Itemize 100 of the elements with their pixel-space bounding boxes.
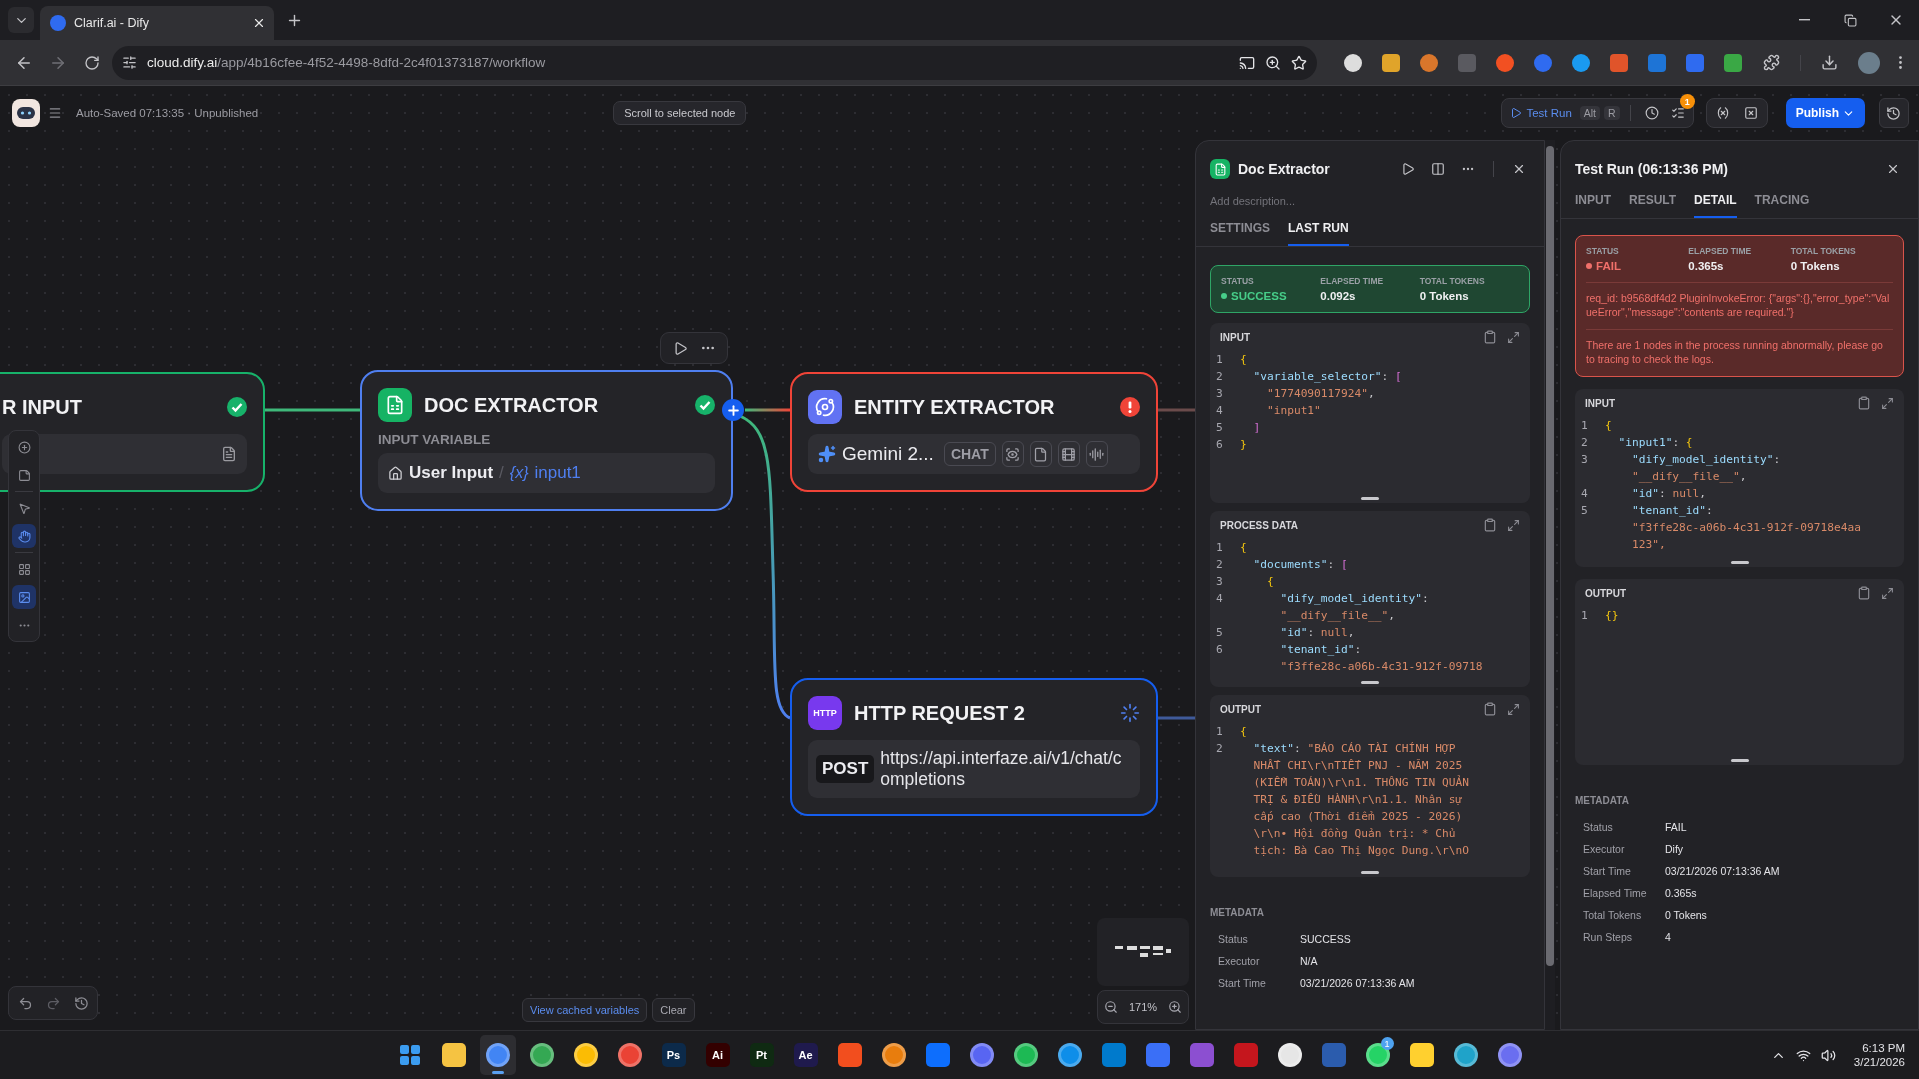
copy-icon[interactable] [1483,518,1497,532]
code-line: cấp cao (Thời điểm 2025 - 2026) [1252,810,1463,823]
copy-icon[interactable] [1483,330,1497,344]
metadata-title: METADATA [1575,795,1630,806]
test-run-button[interactable]: Test Run [1506,107,1576,119]
resize-handle[interactable] [1361,871,1379,874]
line-number: 1 [1581,609,1589,622]
error-message: req_id: b9568df4d2 PluginInvokeError: {"args":{},"error_type":"ValueError","message":"contents are required."} [1586,282,1893,319]
panel-tab[interactable]: SETTINGS [1210,221,1270,246]
code-line: { [1240,541,1247,554]
profile-avatar[interactable] [1858,51,1880,74]
status-dot [1221,293,1227,299]
note-icon [17,468,31,482]
wifi-icon[interactable] [1795,1047,1811,1063]
taskbar-app[interactable]: Ae [787,1035,824,1075]
add-node-button[interactable] [722,399,744,421]
workflow-node[interactable]: HTTP HTTP REQUEST 2 POST https://api.interfaze.ai/v1/chat/completions [790,678,1158,816]
workflow-node[interactable]: ENTITY EXTRACTOR Gemini 2... CHAT [790,372,1158,492]
scroll-to-node-button[interactable]: Scroll to selected node [613,101,747,125]
taskbar-app[interactable]: Ps [655,1035,692,1075]
taskbar-app[interactable]: Pt [743,1035,780,1075]
expand-icon[interactable] [1507,518,1520,532]
view-cached-variables-button[interactable]: View cached variables [522,998,648,1022]
close-icon[interactable] [252,16,266,30]
status-value: 0.365s [1688,260,1725,272]
copy-icon[interactable] [1483,702,1497,716]
expand-icon[interactable] [1881,586,1894,600]
code-line: {} [1605,609,1619,622]
system-clock[interactable]: 6:13 PM 3/21/2026 [1853,1042,1905,1068]
clock-date: 3/21/2026 [1853,1056,1905,1068]
volume-icon[interactable] [1820,1047,1836,1063]
expand-icon[interactable] [1507,702,1520,716]
connector-line [1158,716,1195,720]
node-title: DOC EXTRACTOR [424,393,600,417]
extension-icon[interactable] [1344,53,1362,72]
metadata-label: Status [1218,933,1249,945]
minimap[interactable] [1097,918,1189,986]
app-logo-icon [12,99,40,127]
line-number: 2 [1216,742,1224,755]
expand-icon[interactable] [1507,330,1520,344]
extension-icon[interactable] [1420,53,1438,72]
zoom-icon[interactable] [1265,54,1281,71]
section-title: OUTPUT [1220,703,1263,715]
panel-tab[interactable]: DETAIL [1694,193,1737,218]
copy-icon[interactable] [1857,396,1871,410]
workflow-node[interactable]: R INPUT [0,372,265,492]
sparkle-icon [818,445,836,463]
minimap-tool-button[interactable] [12,585,36,609]
boxed-x-icon [1743,106,1758,120]
download-icon[interactable] [1821,54,1838,71]
copy-icon[interactable] [1857,586,1871,600]
bookmark-star-icon[interactable] [1291,54,1307,71]
hand-tool-button[interactable] [12,524,36,548]
panel-tab[interactable]: RESULT [1629,193,1677,218]
taskbar-app[interactable]: Ai [699,1035,736,1075]
status-label: ELAPSED TIME [1320,276,1385,286]
address-bar[interactable]: cloud.dify.ai/app/4b16cfee-4f52-4498-8dfd-2c4f01373187/workflow [112,45,1317,80]
close-icon [1512,162,1526,176]
install-icon[interactable] [1239,54,1255,71]
code-line: "tenant_id": [1630,504,1713,517]
line-number: 3 [1216,575,1224,588]
status-dot [1586,263,1592,269]
description-field[interactable]: Add description... [1210,193,1530,209]
extension-icon[interactable] [1724,53,1742,72]
http-method: POST [816,755,875,783]
panel-tab[interactable]: INPUT [1575,193,1611,218]
minimize-icon [1798,19,1810,21]
shortcut-key: Alt [1579,106,1601,120]
line-number: 2 [1216,558,1224,571]
metadata-label: Status [1583,821,1614,833]
browser-tab[interactable]: Clarif.ai - Dify [40,6,274,40]
resize-handle[interactable] [1361,681,1379,684]
panel-tab[interactable]: LAST RUN [1288,221,1349,246]
code-line: } [1240,438,1247,451]
zoom-out-icon[interactable] [1103,1000,1118,1014]
extension-icon[interactable] [1572,53,1590,72]
scrollbar[interactable] [1545,140,1555,1030]
tab-list-button[interactable] [8,7,34,33]
metadata-title: METADATA [1210,907,1265,918]
extension-icon[interactable] [1382,53,1400,72]
menu-icon[interactable] [48,106,62,120]
variable-source: User Input [409,463,494,483]
workflow-node[interactable]: DOC EXTRACTOR INPUT VARIABLE User Input / {x} input1 [360,370,733,511]
history-icon [73,995,89,1011]
publish-button[interactable]: Publish [1785,98,1865,128]
panel-tab[interactable]: TRACING [1754,193,1810,218]
code-line: "input1" [1265,404,1321,417]
film-icon [1061,446,1077,462]
clear-button[interactable]: Clear [652,998,695,1022]
expand-icon[interactable] [1881,396,1894,410]
extensions-icon[interactable] [1763,54,1780,71]
resize-handle[interactable] [1730,759,1749,762]
restore-icon [1843,13,1857,27]
resize-handle[interactable] [1361,497,1379,500]
taskbar-app[interactable] [479,1035,516,1075]
version-history-button[interactable] [1879,98,1909,128]
field-label: INPUT VARIABLE [378,432,492,447]
resize-handle[interactable] [1730,561,1749,564]
plus-icon [725,402,741,418]
zoom-in-icon[interactable] [1168,1000,1183,1014]
